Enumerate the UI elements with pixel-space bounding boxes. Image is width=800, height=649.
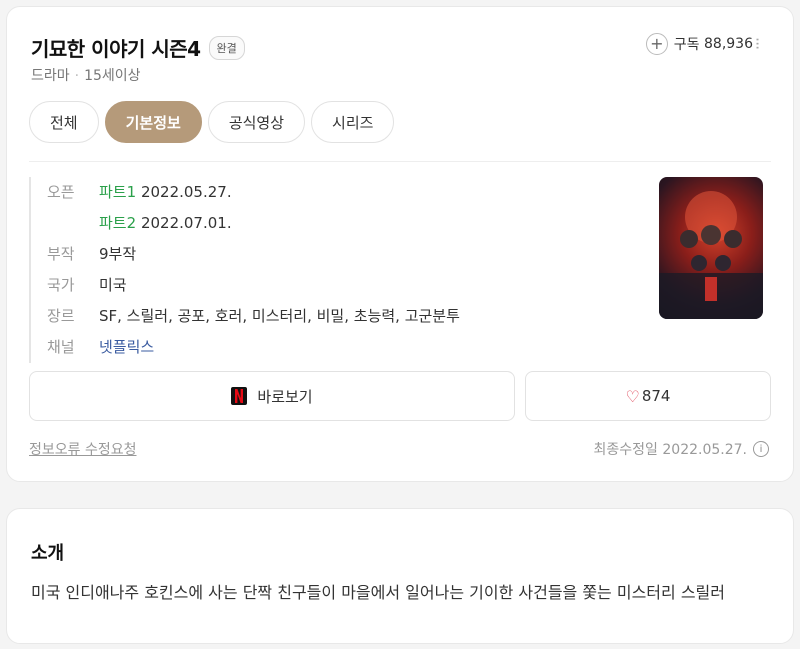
info-row-channel: 채널 넷플릭스 (47, 332, 460, 363)
subscribe-button[interactable]: + 구독 88,936 (645, 33, 753, 55)
channel-link[interactable]: 넷플릭스 (99, 332, 154, 363)
status-badge: 완결 (208, 35, 245, 60)
netflix-icon (231, 387, 248, 405)
subscribe-label: 구독 (673, 37, 700, 53)
info-key-genre: 장르 (47, 307, 75, 325)
info-row-open: 오픈 파트1 2022.05.27. (47, 177, 460, 208)
info-row-country: 국가 미국 (47, 270, 460, 301)
info-row-episodes: 부작 9부작 (47, 239, 460, 270)
report-error-link[interactable]: 정보오류 수정요청 (29, 439, 137, 459)
info-key-channel: 채널 (47, 338, 75, 356)
info-row-genre: 장르 SF, 스릴러, 공포, 호러, 미스터리, 비밀, 초능력, 고군분투 (47, 301, 460, 332)
like-button[interactable]: ♡ 874 (525, 371, 771, 421)
tab-bar: 전체 기본정보 공식영상 시리즈 (29, 101, 395, 143)
intro-card: 소개 미국 인디애나주 호킨스에 사는 단짝 친구들이 마을에서 일어나는 기이… (6, 508, 794, 644)
tab-series[interactable]: 시리즈 (311, 101, 395, 143)
info-key-country: 국가 (47, 276, 75, 294)
title-row: 기묘한 이야기 시즌4 완결 (31, 33, 245, 62)
divider (29, 161, 771, 162)
genre-label: 드라마 (31, 68, 70, 84)
page-title: 기묘한 이야기 시즌4 (31, 37, 201, 61)
tab-basic-info[interactable]: 기본정보 (104, 101, 202, 143)
like-count: 874 (641, 387, 671, 405)
age-rating: 15세이상 (84, 68, 141, 84)
info-list: 오픈 파트1 2022.05.27. 파트2 2022.07.01. 부작 9부… (29, 177, 460, 363)
tab-all[interactable]: 전체 (29, 101, 99, 143)
info-key-open: 오픈 (47, 183, 75, 201)
info-row-part2: 파트2 2022.07.01. (47, 208, 460, 239)
separator-dot: · (74, 68, 80, 84)
part2-date: 2022.07.01. (140, 214, 232, 232)
genre-value: SF, 스릴러, 공포, 호러, 미스터리, 비밀, 초능력, 고군분투 (99, 307, 460, 325)
episodes-value: 9부작 (99, 245, 137, 263)
more-options-icon[interactable]: ··· (748, 37, 767, 49)
subscribe-count: 88,936 (704, 36, 753, 52)
tab-official-video[interactable]: 공식영상 (207, 101, 306, 143)
basic-info-card: 기묘한 이야기 시즌4 완결 드라마 · 15세이상 + 구독 88,936 ···… (6, 6, 794, 482)
subtitle: 드라마 · 15세이상 (31, 65, 141, 85)
watch-now-label: 바로보기 (257, 387, 313, 406)
poster-image[interactable] (659, 177, 763, 319)
heart-icon: ♡ (625, 386, 640, 406)
info-icon[interactable]: i (753, 441, 769, 457)
part1-label: 파트1 (99, 183, 137, 201)
watch-now-button[interactable]: 바로보기 (29, 371, 515, 421)
country-value: 미국 (99, 276, 127, 294)
last-modified: 최종수정일 2022.05.27. i (594, 439, 769, 459)
intro-text: 미국 인디애나주 호킨스에 사는 단짝 친구들이 마을에서 일어나는 기이한 사… (31, 583, 725, 602)
part1-date: 2022.05.27. (140, 183, 232, 201)
intro-title: 소개 (31, 543, 65, 564)
plus-icon: + (645, 33, 668, 55)
poster-art (659, 191, 763, 319)
last-modified-text: 최종수정일 2022.05.27. (593, 442, 747, 458)
info-key-episodes: 부작 (47, 245, 75, 263)
part2-label: 파트2 (99, 214, 137, 232)
